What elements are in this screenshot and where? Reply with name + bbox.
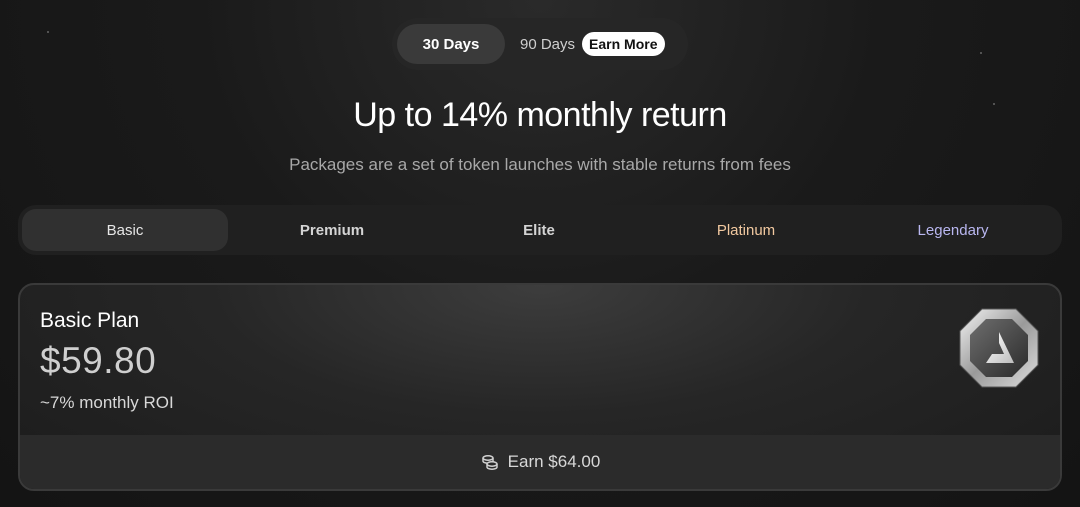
- earn-footer: Earn $64.00: [20, 435, 1060, 489]
- tab-platinum-label: Platinum: [716, 221, 776, 239]
- earn-amount-label: Earn $64.00: [507, 452, 601, 471]
- coins-icon: [480, 452, 500, 472]
- tab-elite-label: Elite: [523, 221, 555, 239]
- period-toggle: 30 Days 90 Days Earn More: [392, 18, 688, 70]
- background-speck: [47, 31, 49, 33]
- earn-more-badge: Earn More: [582, 32, 665, 56]
- plan-card[interactable]: Basic Plan $59.80 ~7% monthly ROI Earn $…: [18, 283, 1062, 491]
- tier-tabs: Basic Premium Elite Platinum Legendary: [18, 205, 1062, 255]
- period-30-days-button[interactable]: 30 Days: [397, 24, 505, 64]
- background-speck: [980, 52, 982, 54]
- period-90-days-label: 90 Days: [520, 35, 576, 53]
- tab-legendary-label: Legendary: [917, 221, 989, 239]
- tab-premium[interactable]: Premium: [229, 209, 435, 251]
- period-90-days-button[interactable]: 90 Days Earn More: [512, 24, 682, 64]
- plan-roi: ~7% monthly ROI: [40, 393, 174, 412]
- page-title: Up to 14% monthly return: [353, 96, 727, 134]
- tab-legendary[interactable]: Legendary: [850, 209, 1056, 251]
- tab-elite[interactable]: Elite: [436, 209, 642, 251]
- plan-price: $59.80: [40, 340, 157, 381]
- page-subtitle: Packages are a set of token launches wit…: [289, 155, 791, 174]
- basic-tier-badge-icon: [956, 305, 1042, 391]
- plan-name: Basic Plan: [40, 309, 140, 332]
- tab-basic[interactable]: Basic: [22, 209, 228, 251]
- tab-premium-label: Premium: [299, 221, 365, 239]
- tab-platinum[interactable]: Platinum: [643, 209, 849, 251]
- period-30-days-label: 30 Days: [422, 35, 480, 53]
- tab-basic-label: Basic: [106, 221, 144, 239]
